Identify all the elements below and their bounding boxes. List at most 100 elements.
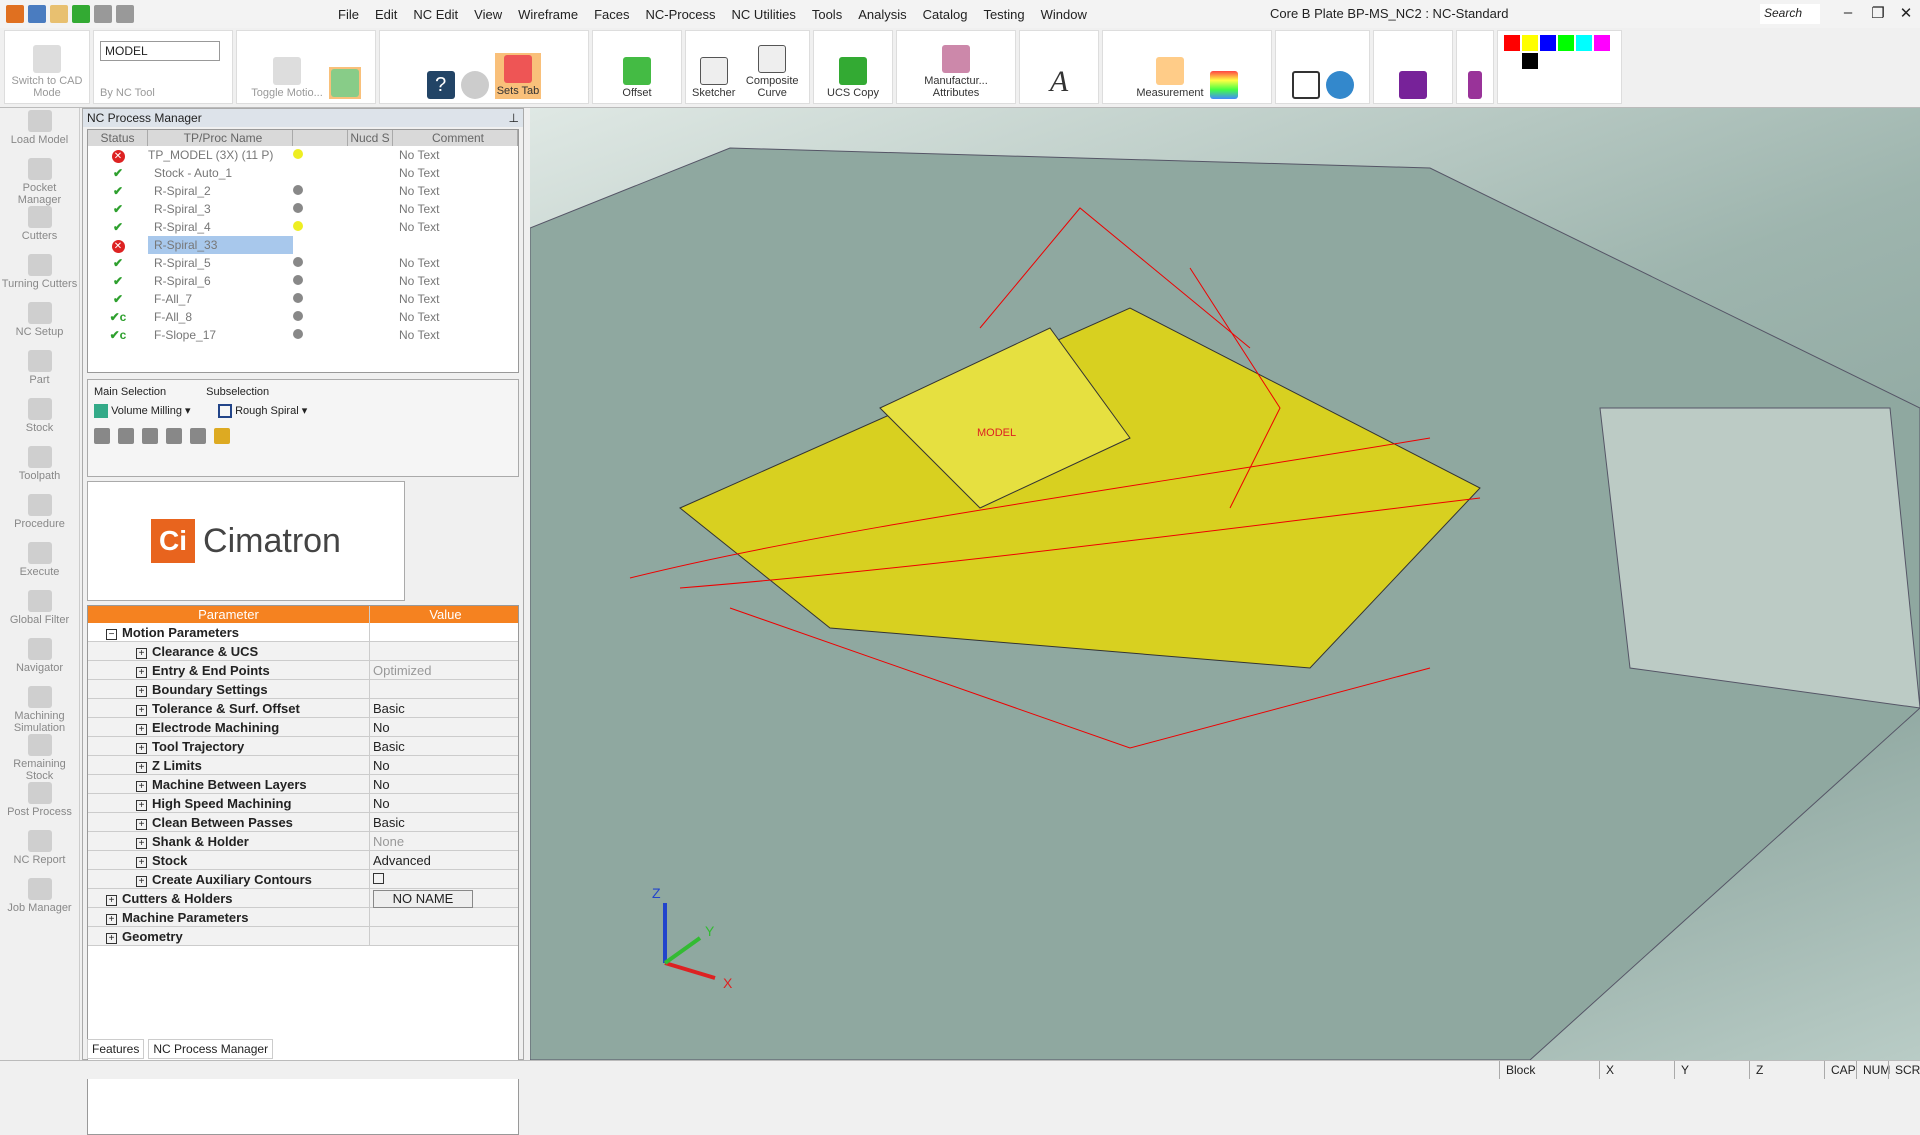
param-value[interactable]	[370, 927, 518, 945]
color-swatch[interactable]	[1594, 35, 1610, 51]
sketcher-button[interactable]: Sketcher	[692, 57, 735, 99]
lightbulb-icon[interactable]	[293, 308, 348, 326]
expand-icon[interactable]: +	[136, 838, 147, 849]
composite-curve-button[interactable]: Composite Curve	[741, 45, 803, 99]
menu-catalog[interactable]: Catalog	[915, 7, 976, 22]
param-row[interactable]: + Boundary Settings	[88, 680, 518, 699]
model-select[interactable]: MODEL	[100, 41, 220, 61]
info-icon[interactable]	[460, 71, 489, 99]
table-row[interactable]: ✔ R-Spiral_6 No Text	[88, 272, 518, 290]
cutter-button[interactable]: NO NAME	[373, 890, 473, 908]
param-row[interactable]: + Electrode Machining No	[88, 718, 518, 737]
sidebar-item-part[interactable]: Part	[0, 348, 79, 396]
sidebar-item-stock[interactable]: Stock	[0, 396, 79, 444]
action-icon[interactable]	[142, 428, 158, 445]
table-row[interactable]: ✔c F-Slope_17 No Text	[88, 326, 518, 344]
toggle-motion-button[interactable]: Toggle Motio...	[251, 57, 323, 99]
expand-icon[interactable]: +	[136, 743, 147, 754]
curvature-icon[interactable]	[1209, 71, 1238, 99]
zoom-icon[interactable]	[1291, 71, 1320, 99]
action-icon[interactable]	[166, 428, 182, 445]
sidebar-item-nc-report[interactable]: NC Report	[0, 828, 79, 876]
expand-icon[interactable]: +	[136, 781, 147, 792]
param-row[interactable]: + Stock Advanced	[88, 851, 518, 870]
sidebar-item-pocket-manager[interactable]: Pocket Manager	[0, 156, 79, 206]
param-value[interactable]	[370, 908, 518, 926]
action-icon[interactable]	[94, 428, 110, 445]
sets-tab-button[interactable]: Sets Tab	[494, 53, 542, 99]
param-value[interactable]	[370, 680, 518, 698]
menu-view[interactable]: View	[466, 7, 510, 22]
param-value[interactable]: Basic	[370, 737, 518, 755]
lightbulb-icon[interactable]	[293, 146, 348, 164]
view-cube-icons[interactable]	[1399, 71, 1427, 99]
expand-icon[interactable]: +	[136, 686, 147, 697]
text-icon[interactable]: A	[1050, 65, 1068, 99]
sidebar-item-execute[interactable]: Execute	[0, 540, 79, 588]
menu-file[interactable]: File	[330, 7, 367, 22]
param-value[interactable]: No	[370, 756, 518, 774]
sidebar-item-post-process[interactable]: Post Process	[0, 780, 79, 828]
param-row[interactable]: + Cutters & Holders NO NAME	[88, 889, 518, 908]
action-icon[interactable]	[118, 428, 134, 445]
param-row[interactable]: − Motion Parameters	[88, 623, 518, 642]
undo-icon[interactable]	[94, 5, 112, 23]
table-row[interactable]: ✔ R-Spiral_2 No Text	[88, 182, 518, 200]
param-value[interactable]: Basic	[370, 699, 518, 717]
param-value[interactable]: None	[370, 832, 518, 850]
expand-icon[interactable]: +	[136, 857, 147, 868]
search-box[interactable]: Search	[1760, 4, 1820, 24]
col-nucd[interactable]: Nucd S	[348, 130, 393, 146]
menu-edit[interactable]: Edit	[367, 7, 405, 22]
close-icon[interactable]: ✕	[1893, 4, 1919, 22]
lightbulb-box-icon[interactable]	[328, 67, 361, 99]
ucs-copy-button[interactable]: UCS Copy	[827, 57, 879, 99]
table-row[interactable]: ✔ Stock - Auto_1 No Text	[88, 164, 518, 182]
pan-icon[interactable]	[1325, 71, 1354, 99]
menu-nc-edit[interactable]: NC Edit	[405, 7, 466, 22]
lightbulb-icon[interactable]	[293, 326, 348, 344]
table-row[interactable]: ✕ R-Spiral_33	[88, 236, 518, 254]
table-row[interactable]: ✔ R-Spiral_3 No Text	[88, 200, 518, 218]
table-row[interactable]: ✕ TP_MODEL (3X) (11 P) No Text	[88, 146, 518, 164]
table-row[interactable]: ✔ F-All_7 No Text	[88, 290, 518, 308]
lightbulb-icon[interactable]	[293, 236, 348, 254]
table-row[interactable]: ✔c F-All_8 No Text	[88, 308, 518, 326]
expand-icon[interactable]: +	[136, 724, 147, 735]
color-palette[interactable]	[1497, 30, 1622, 104]
expand-icon[interactable]: +	[136, 648, 147, 659]
menu-window[interactable]: Window	[1033, 7, 1095, 22]
expand-icon[interactable]: +	[106, 914, 117, 925]
param-row[interactable]: + Machine Between Layers No	[88, 775, 518, 794]
main-selection-dropdown[interactable]: Volume Milling ▾	[94, 404, 204, 419]
3d-viewport[interactable]: X Y Z MODEL	[530, 108, 1920, 1060]
minimize-icon[interactable]: –	[1835, 4, 1861, 21]
color-swatch[interactable]	[1504, 53, 1520, 69]
sidebar-item-load-model[interactable]: Load Model	[0, 108, 79, 156]
param-value[interactable]: No	[370, 775, 518, 793]
lightbulb-icon[interactable]	[293, 290, 348, 308]
expand-icon[interactable]: +	[136, 876, 147, 887]
by-nc-tool-button[interactable]: By NC Tool	[100, 87, 155, 99]
param-row[interactable]: + Entry & End Points Optimized	[88, 661, 518, 680]
import-icon[interactable]	[72, 5, 90, 23]
param-value[interactable]: Basic	[370, 813, 518, 831]
sidebar-item-navigator[interactable]: Navigator	[0, 636, 79, 684]
sidebar-item-procedure[interactable]: Procedure	[0, 492, 79, 540]
sidebar-item-turning-cutters[interactable]: Turning Cutters	[0, 252, 79, 300]
tab-nc-process-manager[interactable]: NC Process Manager	[148, 1039, 274, 1059]
sidebar-item-global-filter[interactable]: Global Filter	[0, 588, 79, 636]
collapse-icon[interactable]: −	[106, 629, 117, 640]
expand-icon[interactable]: +	[106, 895, 117, 906]
param-row[interactable]: + Clearance & UCS	[88, 642, 518, 661]
help-icon[interactable]: ?	[426, 71, 455, 99]
action-icon[interactable]	[190, 428, 206, 445]
param-value[interactable]	[370, 870, 518, 888]
menu-faces[interactable]: Faces	[586, 7, 637, 22]
lightbulb-icon[interactable]	[293, 218, 348, 236]
param-row[interactable]: + Create Auxiliary Contours	[88, 870, 518, 889]
sidebar-item-toolpath[interactable]: Toolpath	[0, 444, 79, 492]
menu-testing[interactable]: Testing	[975, 7, 1032, 22]
pin-icon[interactable]: ⊥	[509, 111, 519, 125]
tab-features[interactable]: Features	[87, 1039, 145, 1059]
